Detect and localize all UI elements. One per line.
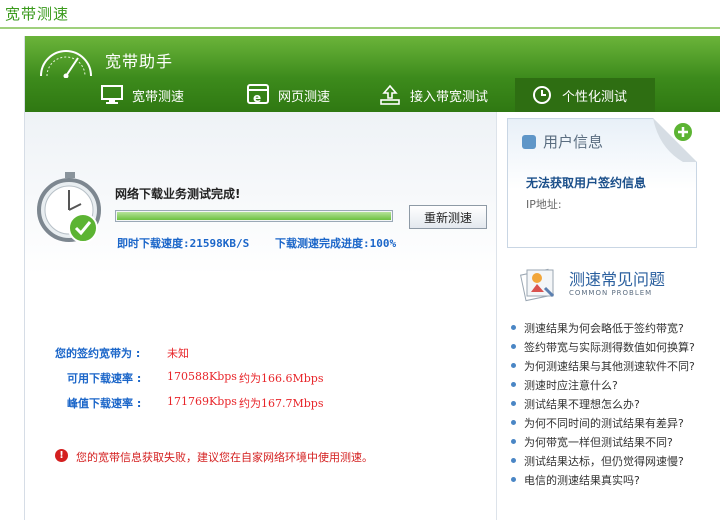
faq-subtitle: COMMON PROBLEM [569, 289, 653, 297]
faq-title: 测速常见问题 [569, 270, 666, 289]
faq-item-text: 为何带宽一样但测试结果不同? [524, 435, 673, 449]
progress-fill [117, 212, 391, 220]
speedometer-logo-icon [40, 50, 92, 78]
faq-header: 测速常见问题 COMMON PROBLEM [517, 262, 713, 304]
tab-label: 接入带宽测试 [410, 89, 489, 105]
faq-icon [520, 268, 555, 302]
faq-item-text: 为何测速结果与其他测速软件不同? [524, 359, 695, 373]
user-info-card: 用户信息 无法获取用户签约信息 IP地址: [507, 118, 697, 248]
test-status: 网络下载业务测试完成! [115, 187, 241, 201]
bullet-icon [511, 344, 516, 349]
faq-item-text: 为何不同时间的测试结果有差异? [524, 416, 684, 430]
faq-item[interactable]: 为何不同时间的测试结果有差异? [511, 413, 720, 432]
user-info-header: 用户信息 [522, 131, 603, 152]
error-message: 您的宽带信息获取失败，建议您在自家网络环境中使用测速。 [76, 451, 373, 464]
available-rate-mbps: 约为166.6Mbps [239, 372, 324, 385]
faq-item-text: 签约带宽与实际测得数值如何换算? [524, 340, 695, 354]
available-rate-label: 可用下载速率 : [67, 372, 142, 385]
faq-item-text: 测试结果达标，但仍觉得网速慢? [524, 454, 684, 468]
tab-label: 宽带测速 [132, 89, 185, 105]
user-info-message: 无法获取用户签约信息 [526, 176, 647, 190]
retest-button[interactable]: 重新测速 [409, 205, 487, 229]
side-panel: 用户信息 无法获取用户签约信息 IP地址: 测速常见问题 COMMON PROB… [503, 112, 720, 520]
contract-bandwidth-value: 未知 [167, 347, 189, 360]
bullet-icon [511, 363, 516, 368]
svg-text:e: e [253, 91, 261, 105]
faq-item[interactable]: 电信的测速结果真实吗? [511, 470, 720, 489]
faq-item-text: 测速结果为何会略低于签约带宽? [524, 321, 684, 335]
bullet-icon [511, 458, 516, 463]
completion-progress: 下载测速完成进度:100% [275, 237, 397, 250]
app-name: 宽带助手 [105, 52, 174, 71]
test-panel: 网络下载业务测试完成! 重新测速 即时下载速度:21598KB/S 下载测速完成… [25, 112, 497, 520]
tab-personalized-test[interactable]: 个性化测试 [515, 78, 655, 112]
tab-label: 个性化测试 [562, 89, 628, 105]
bullet-icon [511, 439, 516, 444]
monitor-icon [101, 84, 123, 106]
faq-item-text: 电信的测速结果真实吗? [524, 473, 640, 487]
browser-icon: e [247, 84, 269, 106]
faq-item[interactable]: 签约带宽与实际测得数值如何换算? [511, 337, 720, 356]
progress-bar [115, 210, 393, 222]
peak-rate-kbps: 171769Kbps [167, 395, 237, 408]
tab-broadband-speed[interactable]: 宽带测速 [101, 78, 211, 112]
content-area: 网络下载业务测试完成! 重新测速 即时下载速度:21598KB/S 下载测速完成… [25, 112, 720, 520]
app-window: 宽带助手 宽带测速 e 网页测速 接入带宽测试 个性化测试 网络下载业务测试完成… [24, 36, 720, 520]
instant-speed: 即时下载速度:21598KB/S [117, 237, 250, 250]
error-icon: ! [55, 449, 68, 462]
clock-icon [531, 84, 553, 106]
faq-item[interactable]: 测试结果不理想怎么办? [511, 394, 720, 413]
bullet-icon [511, 420, 516, 425]
peak-rate-label: 峰值下载速率 : [67, 397, 142, 410]
faq-item[interactable]: 测速结果为何会略低于签约带宽? [511, 318, 720, 337]
contract-bandwidth-label: 您的签约宽带为 : [55, 347, 141, 360]
title-divider [0, 27, 720, 29]
page-title: 宽带测速 [5, 5, 70, 23]
tab-web-speed[interactable]: e 网页测速 [247, 78, 357, 112]
user-info-title: 用户信息 [543, 133, 604, 151]
ip-value [584, 194, 672, 208]
upload-icon [379, 84, 401, 106]
bullet-icon [511, 382, 516, 387]
faq-item[interactable]: 为何带宽一样但测试结果不同? [511, 432, 720, 451]
faq-item[interactable]: 为何测速结果与其他测速软件不同? [511, 356, 720, 375]
faq-list: 测速结果为何会略低于签约带宽? 签约带宽与实际测得数值如何换算? 为何测速结果与… [511, 318, 720, 489]
info-icon [522, 134, 536, 149]
bullet-icon [511, 477, 516, 482]
expand-plus-icon[interactable] [653, 118, 697, 162]
available-rate-kbps: 170588Kbps [167, 370, 237, 383]
faq-item-text: 测试结果不理想怎么办? [524, 397, 640, 411]
bullet-icon [511, 401, 516, 406]
ip-label: IP地址: [526, 198, 562, 211]
main-nav: 宽带测速 e 网页测速 接入带宽测试 个性化测试 [25, 78, 720, 112]
bullet-icon [511, 325, 516, 330]
faq-item-text: 测速时应注意什么? [524, 378, 618, 392]
tab-access-bandwidth[interactable]: 接入带宽测试 [379, 78, 519, 112]
faq-item[interactable]: 测试结果达标，但仍觉得网速慢? [511, 451, 720, 470]
peak-rate-mbps: 约为167.7Mbps [239, 397, 324, 410]
faq-item[interactable]: 测速时应注意什么? [511, 375, 720, 394]
stopwatch-check-icon [37, 172, 101, 243]
tab-label: 网页测速 [278, 89, 331, 105]
app-header: 宽带助手 宽带测速 e 网页测速 接入带宽测试 个性化测试 [25, 36, 720, 112]
